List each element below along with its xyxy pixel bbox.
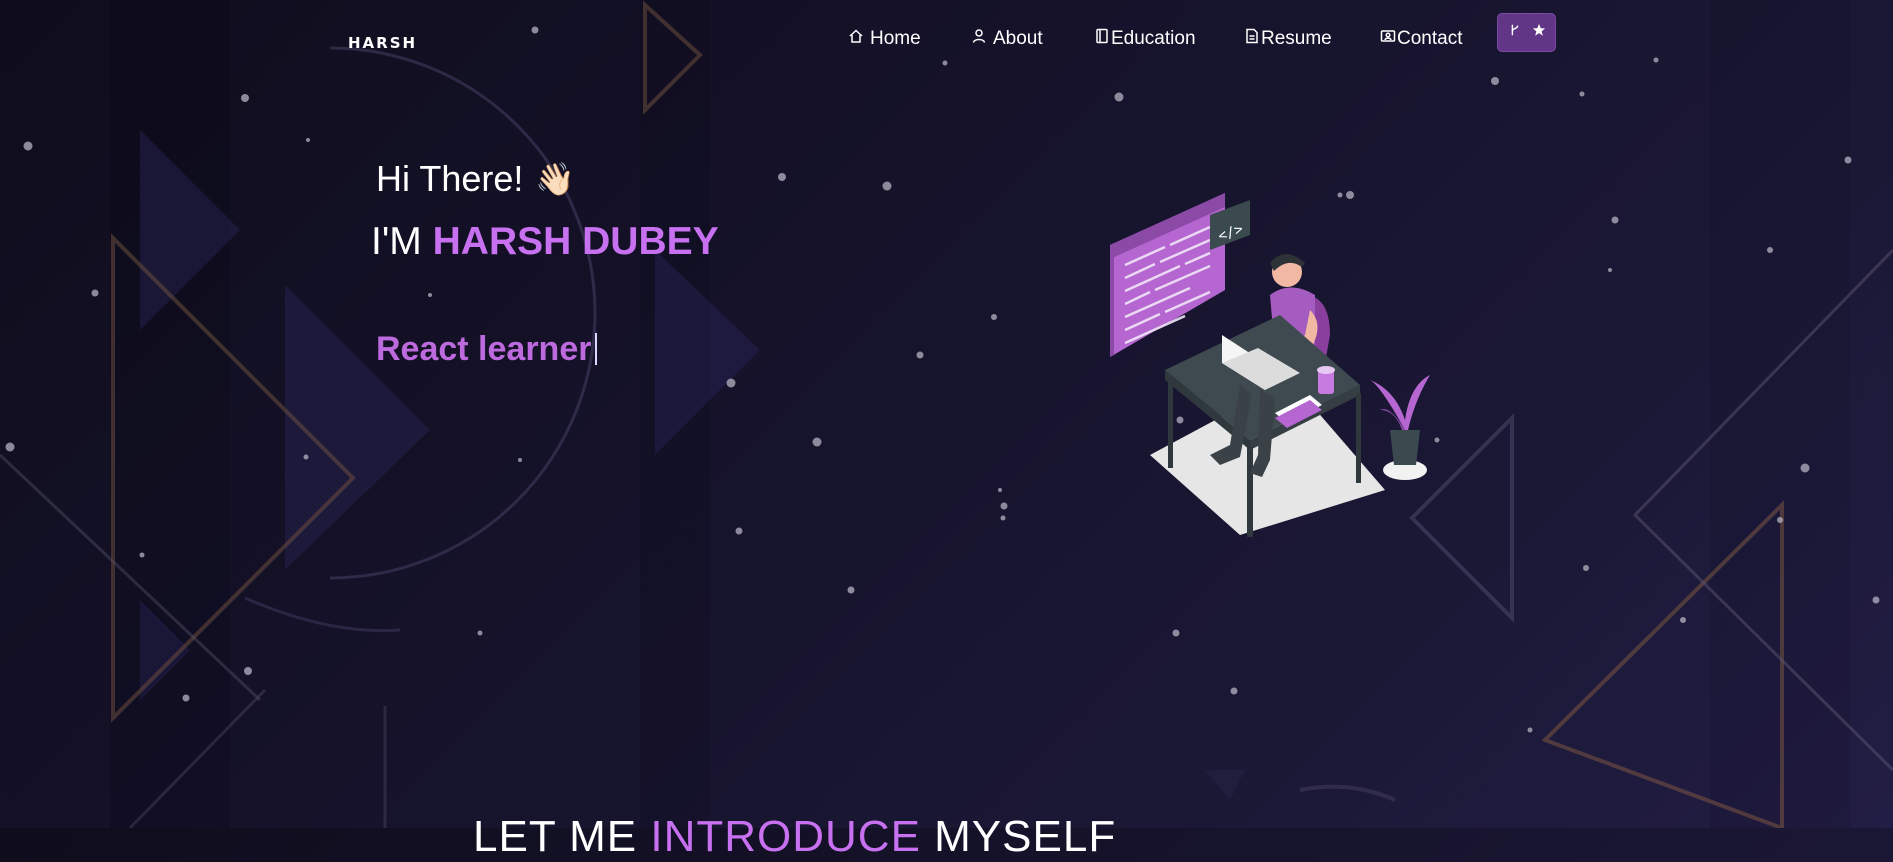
user-icon xyxy=(971,28,987,50)
typing-cursor xyxy=(595,333,598,365)
contact-card-icon xyxy=(1380,28,1396,50)
hero-greeting: Hi There! 👋🏻 xyxy=(376,158,575,200)
brand-logo[interactable]: HARSH xyxy=(348,34,417,52)
nav-item-about[interactable]: About xyxy=(971,27,1043,51)
star-icon xyxy=(1532,23,1546,42)
document-icon xyxy=(1244,28,1260,50)
intro-heading: LET ME INTRODUCE MYSELF xyxy=(473,812,1116,862)
hero-name-heading: I'M HARSH DUBEY xyxy=(371,220,719,264)
wave-icon: 👋🏻 xyxy=(535,161,576,197)
typewriter-text: React learner xyxy=(376,330,598,369)
git-fork-icon xyxy=(1508,23,1522,42)
intro-heading-highlight: INTRODUCE xyxy=(650,812,921,861)
nav-item-resume[interactable]: Resume xyxy=(1244,27,1332,51)
nav-item-home[interactable]: Home xyxy=(848,27,921,51)
typewriter-value: React learner xyxy=(376,330,592,368)
nav-item-label: Home xyxy=(870,28,921,49)
name-prefix: I'M xyxy=(371,220,422,263)
github-fork-button[interactable] xyxy=(1497,13,1556,52)
navbar: HARSH Home About Education Resume Contac… xyxy=(0,0,1893,80)
home-icon xyxy=(848,28,864,50)
nav-item-label: Education xyxy=(1111,28,1196,49)
nav-item-education[interactable]: Education xyxy=(1094,27,1196,51)
intro-heading-part2: MYSELF xyxy=(934,812,1117,861)
nav-item-contact[interactable]: Contact xyxy=(1380,27,1462,51)
intro-heading-part1: LET ME xyxy=(473,812,638,861)
nav-item-label: Contact xyxy=(1397,28,1463,49)
name-highlight: HARSH DUBEY xyxy=(432,220,719,263)
developer-illustration: </> xyxy=(1110,193,1430,537)
book-icon xyxy=(1094,28,1110,50)
nav-item-label: Resume xyxy=(1261,28,1332,49)
background-decoration xyxy=(0,0,1893,828)
greeting-text: Hi There! xyxy=(376,158,524,199)
nav-item-label: About xyxy=(993,28,1043,49)
